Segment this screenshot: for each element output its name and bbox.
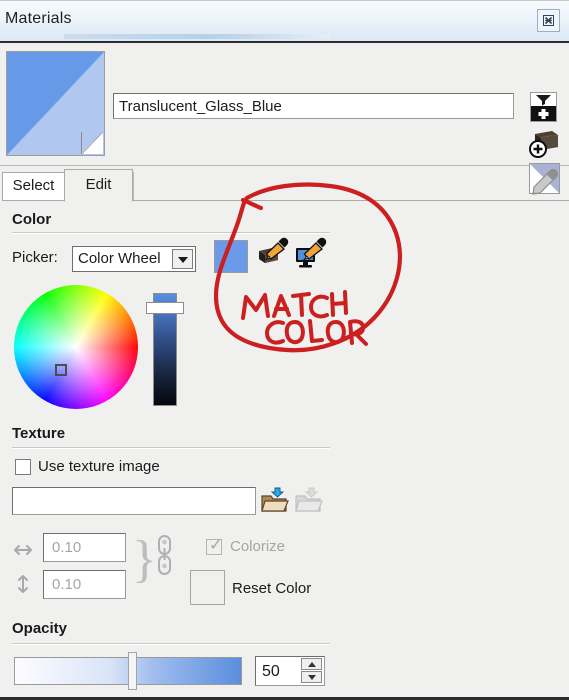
opacity-section-heading: Opacity: [12, 620, 68, 637]
color-wheel-marker[interactable]: [55, 364, 67, 376]
browse-texture-button[interactable]: [259, 486, 289, 516]
close-button[interactable]: [537, 9, 560, 32]
match-screen-color-button[interactable]: [294, 237, 328, 271]
match-model-color-button[interactable]: [256, 237, 290, 271]
colorize-checkbox[interactable]: ✓: [206, 537, 223, 555]
title-bar-highlight: [64, 34, 330, 39]
material-name-input[interactable]: [113, 93, 514, 119]
reset-color-swatch[interactable]: [190, 570, 225, 605]
add-material-to-model-icon: [529, 131, 558, 158]
opacity-slider-handle[interactable]: [128, 652, 137, 690]
match-screen-color-eyedropper-icon: [296, 237, 327, 268]
picker-label: Picker:: [12, 249, 58, 266]
opacity-spinner[interactable]: [255, 656, 325, 687]
color-section-rule: [12, 232, 330, 234]
texture-path-input[interactable]: [12, 487, 256, 515]
match-model-color-eyedropper-icon: [259, 237, 289, 263]
reset-color-label: Reset Color: [232, 580, 312, 597]
brightness-slider-handle[interactable]: [146, 302, 184, 314]
opacity-decrement-button[interactable]: [301, 671, 322, 683]
checkmark-icon: ✓: [209, 537, 223, 554]
chevron-down-icon: [172, 249, 193, 269]
texture-section-heading: Texture: [12, 425, 66, 442]
vertical-arrows-icon: [12, 573, 34, 595]
tab-edit[interactable]: Edit: [64, 169, 133, 202]
tab-baseline: [133, 200, 569, 201]
texture-section-rule: [12, 447, 330, 449]
link-dimensions-toggle[interactable]: [156, 534, 173, 584]
sample-paint-button[interactable]: [527, 165, 561, 199]
use-texture-image-checkbox[interactable]: [15, 459, 31, 475]
dimension-brace: }: [132, 531, 157, 588]
tab-select-label: Select: [12, 177, 55, 194]
picker-selected-value: Color Wheel: [78, 250, 161, 267]
material-preview-swatch[interactable]: [6, 51, 105, 156]
tab-divider: [133, 172, 134, 200]
current-color-swatch[interactable]: [214, 240, 248, 273]
reload-texture-icon: [295, 487, 323, 512]
texture-width-input[interactable]: [43, 533, 126, 562]
create-material-button[interactable]: [530, 92, 557, 122]
tab-strip: Select Edit: [0, 166, 569, 202]
add-material-to-model-button[interactable]: [527, 126, 561, 158]
use-texture-image-label: Use texture image: [38, 458, 160, 475]
close-icon: [538, 10, 559, 31]
page-title: Materials: [5, 10, 72, 27]
new-material-icon: [531, 93, 556, 121]
title-bar: Materials: [0, 0, 569, 41]
opacity-increment-button[interactable]: [301, 658, 322, 670]
eyedropper-icon: [532, 169, 558, 195]
annotation-text-color: [265, 319, 368, 346]
annotation-text-match: [241, 290, 348, 320]
color-wheel[interactable]: [14, 285, 138, 409]
colorize-label: Colorize: [230, 538, 286, 555]
opacity-section-rule: [12, 643, 330, 645]
browse-folder-icon: [261, 487, 289, 512]
material-header-row: [0, 41, 569, 194]
reload-texture-button[interactable]: [293, 486, 323, 516]
tab-edit-label: Edit: [85, 176, 112, 193]
color-section-heading: Color: [12, 211, 52, 228]
tab-select[interactable]: Select: [2, 172, 65, 201]
transparency-indicator: [81, 132, 103, 154]
materials-panel: Materials Translucent_Glass_Blue Select …: [0, 0, 569, 700]
horizontal-arrows-icon: [12, 539, 34, 561]
chain-link-icon: [158, 535, 171, 575]
picker-select[interactable]: Color Wheel: [72, 246, 196, 272]
texture-height-input[interactable]: [43, 570, 126, 599]
